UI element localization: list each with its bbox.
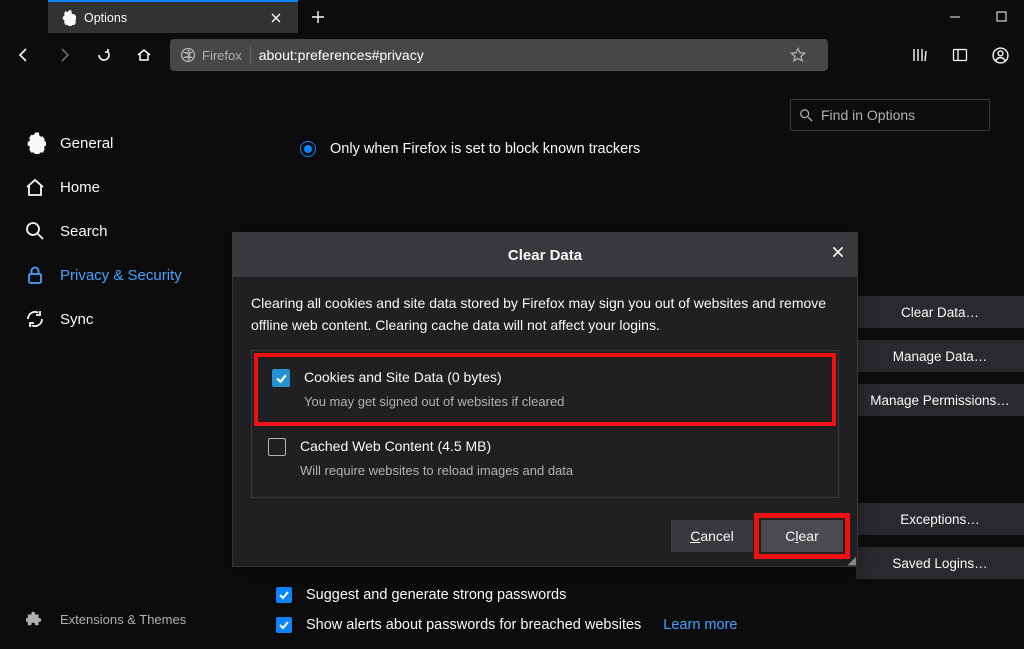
sidebar-label: General — [60, 135, 113, 152]
library-icon[interactable] — [902, 39, 938, 71]
clear-data-button[interactable]: Clear Data… — [856, 296, 1024, 328]
cookies-label: Cookies and Site Data (0 bytes) — [304, 367, 564, 389]
cache-sublabel: Will require websites to reload images a… — [300, 461, 573, 481]
manage-data-button[interactable]: Manage Data… — [856, 340, 1024, 372]
categories-sidebar: General Home Search Privacy & Security S… — [0, 77, 240, 649]
dialog-options: Cookies and Site Data (0 bytes) You may … — [251, 350, 839, 498]
tab-label: Options — [84, 11, 258, 25]
sidebar-label: Extensions & Themes — [60, 612, 186, 627]
url-input[interactable] — [259, 47, 782, 63]
cancel-button[interactable]: Cancel — [671, 520, 753, 552]
cookies-checkbox-row[interactable]: Cookies and Site Data (0 bytes) You may … — [256, 355, 834, 424]
nav-toolbar: Firefox — [0, 33, 1024, 77]
tracker-radio-row[interactable]: Only when Firefox is set to block known … — [300, 141, 1024, 157]
clear-data-dialog: Clear Data Clearing all cookies and site… — [232, 232, 858, 567]
checkbox[interactable] — [276, 617, 292, 633]
cache-checkbox-row[interactable]: Cached Web Content (4.5 MB) Will require… — [252, 424, 838, 493]
find-in-options[interactable]: Find in Options — [790, 99, 990, 131]
sidebar-item-home[interactable]: Home — [0, 165, 240, 209]
radio-label: Only when Firefox is set to block known … — [330, 141, 640, 157]
forward-button[interactable] — [46, 39, 82, 71]
maximize-button[interactable] — [978, 1, 1024, 33]
checkbox[interactable] — [268, 438, 286, 456]
close-icon[interactable] — [266, 8, 286, 28]
dialog-intro: Clearing all cookies and site data store… — [251, 293, 839, 336]
lock-icon — [24, 264, 46, 286]
account-icon[interactable] — [982, 39, 1018, 71]
new-tab-button[interactable] — [304, 3, 332, 31]
reload-button[interactable] — [86, 39, 122, 71]
search-icon — [24, 220, 46, 242]
titlebar: Options — [0, 0, 1024, 33]
sidebar-icon[interactable] — [942, 39, 978, 71]
saved-logins-button[interactable]: Saved Logins… — [856, 547, 1024, 579]
cookies-sublabel: You may get signed out of websites if cl… — [304, 392, 564, 412]
urlbar-separator — [250, 46, 251, 64]
minimize-button[interactable] — [932, 1, 978, 33]
breached-alert-checkbox[interactable]: Show alerts about passwords for breached… — [276, 617, 737, 633]
gear-icon — [24, 132, 46, 154]
search-placeholder: Find in Options — [821, 107, 915, 123]
sidebar-item-privacy[interactable]: Privacy & Security — [0, 253, 240, 297]
firefox-icon — [180, 47, 196, 63]
learn-more-link[interactable]: Learn more — [663, 617, 737, 633]
search-icon — [799, 108, 813, 122]
dialog-title: Clear Data — [233, 233, 857, 277]
identity-box[interactable]: Firefox — [180, 47, 242, 63]
manage-permissions-button[interactable]: Manage Permissions… — [856, 384, 1024, 416]
bookmark-star-icon[interactable] — [790, 47, 818, 63]
sidebar-item-search[interactable]: Search — [0, 209, 240, 253]
browser-tab[interactable]: Options — [48, 0, 298, 33]
sidebar-item-extensions[interactable]: Extensions & Themes — [0, 597, 210, 641]
identity-label: Firefox — [202, 48, 242, 63]
checkbox[interactable] — [276, 587, 292, 603]
close-icon[interactable] — [831, 245, 845, 259]
puzzle-icon — [24, 608, 46, 630]
url-bar[interactable]: Firefox — [170, 39, 828, 71]
exceptions-button[interactable]: Exceptions… — [856, 503, 1024, 535]
home-button[interactable] — [126, 39, 162, 71]
clear-button[interactable]: Clear — [761, 520, 843, 552]
sidebar-label: Home — [60, 179, 100, 196]
gear-icon — [60, 10, 76, 26]
cache-label: Cached Web Content (4.5 MB) — [300, 436, 573, 458]
checkbox[interactable] — [272, 369, 290, 387]
sidebar-item-general[interactable]: General — [0, 121, 240, 165]
sidebar-item-sync[interactable]: Sync — [0, 297, 240, 341]
radio-button[interactable] — [300, 141, 316, 157]
sync-icon — [24, 308, 46, 330]
suggest-passwords-checkbox[interactable]: Suggest and generate strong passwords — [276, 587, 737, 603]
window-controls — [932, 1, 1024, 33]
sidebar-label: Privacy & Security — [60, 267, 182, 284]
back-button[interactable] — [6, 39, 42, 71]
home-icon — [24, 176, 46, 198]
sidebar-label: Sync — [60, 311, 93, 328]
resize-grip[interactable]: ◢ — [848, 558, 853, 564]
sidebar-label: Search — [60, 223, 108, 240]
